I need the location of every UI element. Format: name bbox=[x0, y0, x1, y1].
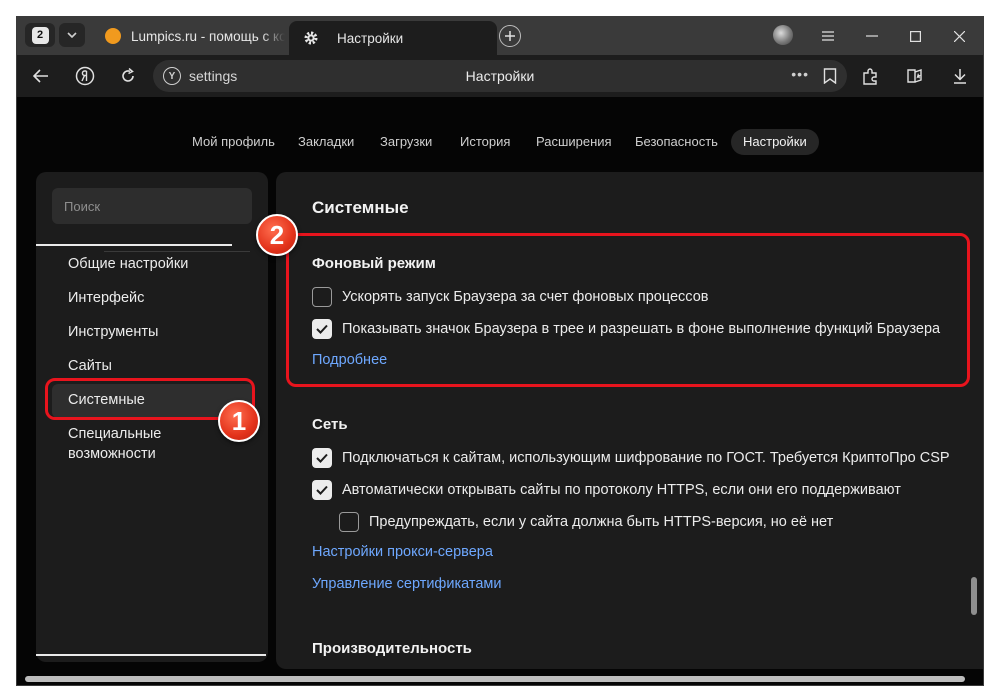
checkbox-checked[interactable] bbox=[312, 448, 332, 468]
option-label: Предупреждать, если у сайта должна быть … bbox=[369, 514, 834, 530]
download-icon bbox=[954, 69, 966, 84]
menu-button[interactable] bbox=[817, 25, 839, 47]
nav-bookmarks[interactable]: Закладки bbox=[298, 129, 354, 155]
divider bbox=[36, 244, 232, 246]
checkbox-checked[interactable] bbox=[312, 480, 332, 500]
checkbox-unchecked[interactable] bbox=[339, 512, 359, 532]
checkmark-icon bbox=[316, 453, 328, 463]
more-icon[interactable]: ••• bbox=[791, 66, 809, 82]
gear-icon bbox=[304, 31, 318, 45]
option-label: Подключаться к сайтам, использующим шифр… bbox=[342, 450, 950, 466]
tab-title: Lumpics.ru - помощь с компьютером bbox=[131, 28, 285, 44]
tab-strip: 2 Lumpics.ru - помощь с компьютером Наст… bbox=[17, 17, 983, 55]
page-heading: Системные bbox=[312, 198, 409, 217]
sidebar-item-accessibility[interactable]: Специальные возможности bbox=[68, 424, 208, 464]
performance-heading: Производительность bbox=[312, 640, 472, 657]
maximize-icon bbox=[909, 30, 921, 42]
search-input[interactable] bbox=[52, 188, 252, 224]
network-heading: Сеть bbox=[312, 416, 348, 433]
lumpics-favicon-icon bbox=[105, 28, 121, 44]
arrow-left-icon bbox=[33, 69, 48, 83]
step-badge-1: 1 bbox=[218, 400, 260, 442]
tab-title: Настройки bbox=[337, 30, 404, 46]
highlight-background-mode bbox=[286, 233, 970, 387]
new-tab-button[interactable] bbox=[499, 25, 521, 47]
checkmark-icon bbox=[316, 485, 328, 495]
certificates-link[interactable]: Управление сертификатами bbox=[312, 576, 501, 592]
option-label: Автоматически открывать сайты по протоко… bbox=[342, 482, 901, 498]
settings-nav: Мой профиль Закладки Загрузки История Ра… bbox=[17, 129, 983, 155]
nav-extensions[interactable]: Расширения bbox=[536, 129, 612, 155]
address-bar[interactable]: Y settings Настройки ••• bbox=[153, 60, 847, 92]
sidebar-item-sites[interactable]: Сайты bbox=[68, 356, 238, 376]
sidebar-item-interface[interactable]: Интерфейс bbox=[68, 288, 238, 308]
divider bbox=[104, 251, 250, 252]
chevron-down-icon bbox=[67, 32, 77, 38]
navigation-toolbar: Y settings Настройки ••• bbox=[17, 55, 983, 97]
page-title: Настройки bbox=[465, 68, 535, 84]
horizontal-scrollbar[interactable] bbox=[17, 673, 983, 685]
tab-settings[interactable]: Настройки bbox=[289, 21, 497, 55]
sidebar-item-tools[interactable]: Инструменты bbox=[68, 322, 238, 342]
proxy-settings-link[interactable]: Настройки прокси-сервера bbox=[312, 544, 493, 560]
option-gost[interactable]: Подключаться к сайтам, использующим шифр… bbox=[312, 448, 950, 468]
vertical-scrollbar[interactable] bbox=[971, 577, 977, 615]
profile-avatar[interactable] bbox=[773, 25, 793, 45]
tabs-menu-button[interactable] bbox=[59, 23, 85, 47]
option-https-warning[interactable]: Предупреждать, если у сайта должна быть … bbox=[339, 512, 833, 532]
scrollbar-thumb[interactable] bbox=[25, 676, 965, 682]
divider bbox=[36, 654, 266, 656]
puzzle-icon bbox=[863, 68, 877, 85]
yandex-icon bbox=[75, 66, 95, 86]
nav-settings[interactable]: Настройки bbox=[731, 129, 819, 155]
close-button[interactable] bbox=[948, 25, 970, 47]
hamburger-icon bbox=[822, 31, 834, 41]
nav-profile[interactable]: Мой профиль bbox=[192, 129, 275, 155]
minimize-button[interactable] bbox=[861, 25, 883, 47]
tab-lumpics[interactable]: Lumpics.ru - помощь с компьютером bbox=[95, 21, 285, 51]
extensions-button[interactable] bbox=[859, 64, 883, 88]
yandex-button[interactable] bbox=[73, 64, 97, 88]
collections-button[interactable] bbox=[903, 64, 927, 88]
plus-icon bbox=[505, 31, 515, 41]
downloads-button[interactable] bbox=[948, 64, 972, 88]
option-https[interactable]: Автоматически открывать сайты по протоко… bbox=[312, 480, 901, 500]
nav-history[interactable]: История bbox=[460, 129, 510, 155]
reload-icon bbox=[122, 68, 134, 82]
tab-count: 2 bbox=[31, 26, 49, 44]
collections-icon bbox=[907, 69, 922, 83]
reload-button[interactable] bbox=[116, 64, 140, 88]
nav-security[interactable]: Безопасность bbox=[635, 129, 718, 155]
maximize-button[interactable] bbox=[904, 25, 926, 47]
minimize-icon bbox=[866, 35, 878, 37]
back-button[interactable] bbox=[29, 64, 53, 88]
nav-downloads[interactable]: Загрузки bbox=[380, 129, 432, 155]
step-badge-2: 2 bbox=[256, 214, 298, 256]
close-icon bbox=[953, 30, 965, 42]
tab-count-button[interactable]: 2 bbox=[25, 23, 55, 47]
sidebar-item-general[interactable]: Общие настройки bbox=[68, 254, 238, 274]
bookmark-icon[interactable] bbox=[823, 68, 837, 84]
